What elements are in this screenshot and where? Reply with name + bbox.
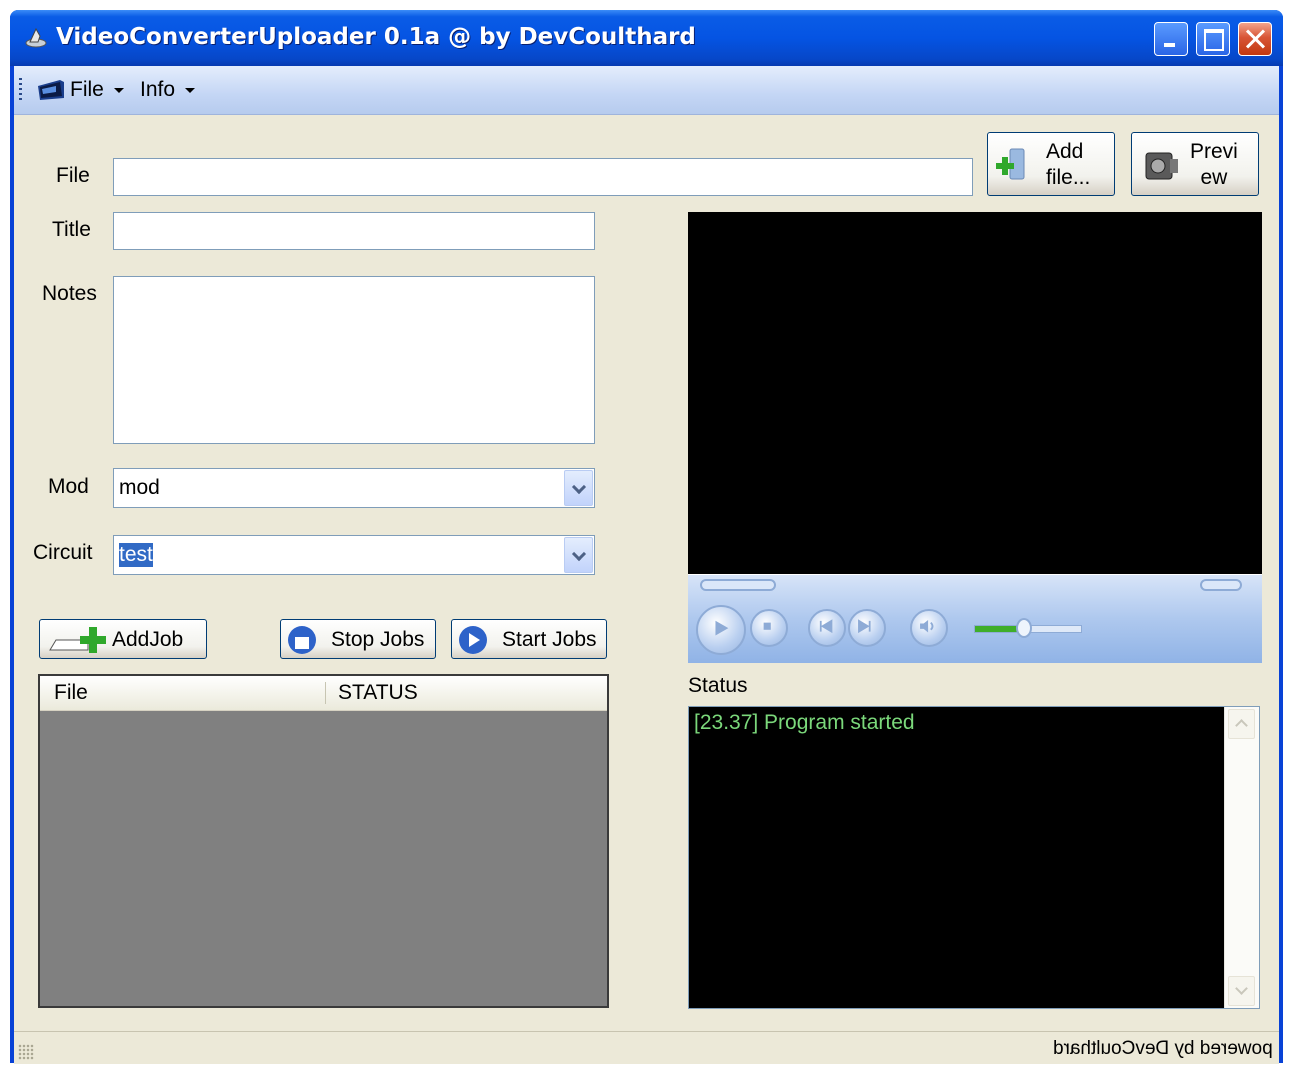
scroll-up-icon[interactable] xyxy=(1228,709,1255,739)
file-menu-icon xyxy=(38,80,64,100)
circuit-select[interactable]: test xyxy=(113,535,595,575)
status-log-line: [23.37] Program started xyxy=(694,711,915,734)
jobs-list[interactable]: File STATUS xyxy=(38,674,609,1008)
app-icon xyxy=(25,27,47,48)
status-log-scrollbar[interactable] xyxy=(1224,707,1259,1008)
next-icon[interactable] xyxy=(848,609,886,647)
preview-button[interactable]: Previ ew xyxy=(1131,132,1259,196)
mod-select-value: mod xyxy=(119,476,160,499)
mod-select[interactable]: mod xyxy=(113,468,595,508)
maximize-icon[interactable] xyxy=(1196,22,1230,56)
file-input[interactable] xyxy=(113,158,973,196)
start-jobs-button[interactable]: Start Jobs xyxy=(451,619,607,659)
notes-textarea[interactable] xyxy=(113,276,595,444)
menu-file-label: File xyxy=(70,78,104,101)
status-log[interactable]: [23.37] Program started xyxy=(688,706,1260,1009)
menu-bar: File Info xyxy=(14,66,1279,115)
title-bar[interactable]: VideoConverterUploader 0.1a @ by DevCoul… xyxy=(10,10,1283,66)
preview-camera-icon xyxy=(1145,152,1178,180)
player-tab-right[interactable] xyxy=(1200,579,1242,591)
add-file-button[interactable]: Add file... xyxy=(987,132,1115,196)
powered-by-text: powered by DevCoulthard xyxy=(1053,1038,1273,1059)
start-jobs-label: Start Jobs xyxy=(502,628,597,651)
add-job-icon xyxy=(49,627,106,653)
add-file-icon xyxy=(996,148,1025,180)
jobs-list-header: File STATUS xyxy=(40,676,607,711)
notes-label: Notes xyxy=(42,282,97,305)
media-player-controls xyxy=(688,574,1262,663)
resize-grip[interactable] xyxy=(18,1044,34,1060)
chevron-down-icon[interactable] xyxy=(564,470,593,506)
chevron-down-icon[interactable] xyxy=(564,537,593,573)
mod-label: Mod xyxy=(48,475,89,498)
menu-info[interactable]: Info xyxy=(140,78,196,102)
preview-label: Previ ew xyxy=(1190,140,1238,189)
chevron-down-icon xyxy=(113,87,124,93)
add-file-label: Add file... xyxy=(1046,140,1091,189)
window-title: VideoConverterUploader 0.1a @ by DevCoul… xyxy=(56,24,696,50)
previous-icon[interactable] xyxy=(808,609,846,647)
close-icon[interactable] xyxy=(1238,22,1272,56)
minimize-icon[interactable] xyxy=(1154,22,1188,56)
app-window: VideoConverterUploader 0.1a @ by DevCoul… xyxy=(10,10,1283,1064)
circuit-select-value: test xyxy=(119,543,153,567)
mute-icon[interactable] xyxy=(910,609,948,647)
stop-jobs-label: Stop Jobs xyxy=(331,628,425,651)
menu-file[interactable]: File xyxy=(70,78,124,102)
column-header-file[interactable]: File xyxy=(54,681,88,705)
chevron-down-icon xyxy=(185,87,196,93)
add-job-button[interactable]: AddJob xyxy=(39,619,207,659)
title-input[interactable] xyxy=(113,212,595,250)
stop-icon xyxy=(288,626,316,654)
stop-playback-icon[interactable] xyxy=(750,609,788,647)
stop-jobs-button[interactable]: Stop Jobs xyxy=(280,619,436,659)
status-label: Status xyxy=(688,674,748,697)
column-divider[interactable] xyxy=(325,682,326,704)
play-icon[interactable] xyxy=(696,605,746,655)
add-job-label: AddJob xyxy=(112,628,184,651)
circuit-label: Circuit xyxy=(33,541,93,564)
title-label: Title xyxy=(52,218,91,241)
menu-info-label: Info xyxy=(140,78,176,101)
start-icon xyxy=(459,626,487,654)
scroll-down-icon[interactable] xyxy=(1228,976,1255,1006)
client-area: File Info File Add file... Previ ew Titl… xyxy=(14,66,1279,1064)
player-tab-left[interactable] xyxy=(700,579,776,591)
toolbar-grip[interactable] xyxy=(19,78,22,100)
file-label: File xyxy=(56,164,90,187)
status-strip: powered by DevCoulthard xyxy=(14,1031,1279,1064)
column-header-status[interactable]: STATUS xyxy=(338,681,418,705)
volume-slider-handle[interactable] xyxy=(1016,618,1032,638)
video-preview[interactable] xyxy=(688,212,1262,574)
